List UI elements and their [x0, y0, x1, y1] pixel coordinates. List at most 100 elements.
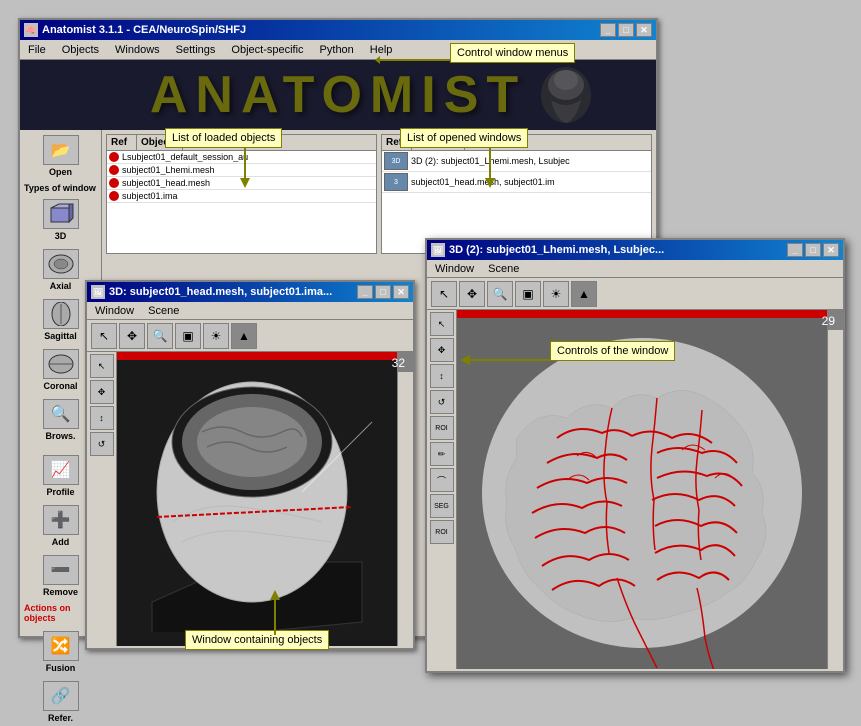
window-3d-large: 🖼 3D (2): subject01_Lhemi.mesh, Lsubjec.… [425, 238, 845, 673]
3d-large-titlebar: 🖼 3D (2): subject01_Lhemi.mesh, Lsubjec.… [427, 240, 843, 260]
3d-large-min[interactable]: _ [787, 243, 803, 257]
win-icon-2: 3 [384, 173, 408, 191]
table-row[interactable]: subject01.ima [107, 190, 376, 203]
ctrl-rotate[interactable]: ↺ [90, 432, 114, 456]
3d-small-min[interactable]: _ [357, 285, 373, 299]
arrow-list-windows [480, 148, 500, 188]
arrow-window-containing [265, 590, 285, 635]
lg-ctrl-draw[interactable]: ✏ [430, 442, 454, 466]
close-btn[interactable]: ✕ [636, 23, 652, 37]
menu-settings[interactable]: Settings [172, 42, 220, 58]
btn-refer[interactable]: 🔗 Refer. [22, 678, 99, 726]
lg-tb-camera-btn[interactable]: ▲ [571, 281, 597, 307]
refer-icon: 🔗 [43, 681, 79, 711]
main-titlebar: 🧠 Anatomist 3.1.1 - CEA/NeuroSpin/SHFJ _… [20, 20, 656, 40]
3d-small-max[interactable]: □ [375, 285, 391, 299]
3d-small-close[interactable]: ✕ [393, 285, 409, 299]
3d-large-left-controls: ↖ ✥ ↕ ↺ ROI ✏ ⌒ SEG ROI [427, 310, 457, 669]
arrow-controls-window [460, 350, 555, 370]
tb-cursor-btn[interactable]: ↖ [91, 323, 117, 349]
annotation-list-objects: List of loaded objects [165, 128, 282, 148]
menu-windows[interactable]: Windows [111, 42, 164, 58]
lg-tb-cursor-btn[interactable]: ↖ [431, 281, 457, 307]
window-controls: _ □ ✕ [600, 23, 652, 37]
3d-large-controls: _ □ ✕ [787, 243, 839, 257]
3d-large-menubar: Window Scene [427, 260, 843, 278]
3d-large-menu-scene[interactable]: Scene [484, 261, 523, 277]
lg-ctrl-seg[interactable]: SEG [430, 494, 454, 518]
main-title: Anatomist 3.1.1 - CEA/NeuroSpin/SHFJ [42, 24, 246, 36]
3d-large-close[interactable]: ✕ [823, 243, 839, 257]
lg-ctrl-roi[interactable]: ROI [430, 416, 454, 440]
3d-small-titlebar: 🖼 3D: subject01_head.mesh, subject01.ima… [87, 282, 413, 302]
3d-small-menubar: Window Scene [87, 302, 413, 320]
ctrl-cursor[interactable]: ↖ [90, 354, 114, 378]
sagittal-icon [43, 299, 79, 329]
profile-label: Profile [46, 487, 74, 497]
menu-objects[interactable]: Objects [58, 42, 103, 58]
3d-label: 3D [55, 231, 67, 241]
profile-icon: 📈 [43, 455, 79, 485]
lg-ctrl-rotate[interactable]: ↺ [430, 390, 454, 414]
lg-tb-brightness-btn[interactable]: ☀ [543, 281, 569, 307]
lg-tb-zoom-btn[interactable]: 🔍 [487, 281, 513, 307]
top-red-bar [117, 352, 397, 360]
ctrl-move[interactable]: ✥ [90, 380, 114, 404]
3d-large-max[interactable]: □ [805, 243, 821, 257]
minimize-btn[interactable]: _ [600, 23, 616, 37]
brain-render-large [457, 318, 827, 669]
axial-label: Axial [50, 281, 72, 291]
menu-python[interactable]: Python [316, 42, 358, 58]
3d-small-toolbar: ↖ ✥ 🔍 ▣ ☀ ▲ [87, 320, 413, 352]
tb-move-btn[interactable]: ✥ [119, 323, 145, 349]
sagittal-label: Sagittal [44, 331, 77, 341]
3d-large-toolbar: ↖ ✥ 🔍 ▣ ☀ ▲ [427, 278, 843, 310]
lg-ctrl-lasso[interactable]: ⌒ [430, 468, 454, 492]
lg-ctrl-cursor[interactable]: ↖ [430, 312, 454, 336]
remove-icon: ➖ [43, 555, 79, 585]
menu-file[interactable]: File [24, 42, 50, 58]
remove-label: Remove [43, 587, 78, 597]
3d-large-menu-window[interactable]: Window [431, 261, 478, 277]
3d-small-menu-window[interactable]: Window [91, 303, 138, 319]
tb-zoom-btn[interactable]: 🔍 [147, 323, 173, 349]
btn-3d[interactable]: 3D [22, 196, 99, 244]
3d-large-scrollbar[interactable] [827, 310, 843, 669]
lg-ctrl-zoom[interactable]: ↕ [430, 364, 454, 388]
fusion-label: Fusion [46, 663, 76, 673]
table-row[interactable]: 3 subject01_head.mesh, subject01.im [382, 172, 651, 193]
ctrl-zoom[interactable]: ↕ [90, 406, 114, 430]
tb-camera-btn[interactable]: ▲ [231, 323, 257, 349]
arrow-control-menus [375, 48, 455, 73]
3d-icon [43, 199, 79, 229]
browse-label: Brows. [45, 431, 75, 441]
logo-brain-icon [536, 65, 596, 125]
open-btn[interactable]: 📂 Open [22, 132, 99, 180]
lg-ctrl-move[interactable]: ✥ [430, 338, 454, 362]
obj-name-4: subject01.ima [122, 191, 178, 201]
add-label: Add [52, 537, 70, 547]
tb-slice-btn[interactable]: ▣ [175, 323, 201, 349]
menu-object-specific[interactable]: Object-specific [227, 42, 307, 58]
lg-ctrl-roi2[interactable]: ROI [430, 520, 454, 544]
obj-name-2: subject01_Lhemi.mesh [122, 165, 215, 175]
lg-tb-move-btn[interactable]: ✥ [459, 281, 485, 307]
3d-small-icon: 🖼 [91, 285, 105, 299]
annotation-control-window-menus: Control window menus [450, 43, 575, 63]
3d-small-menu-scene[interactable]: Scene [144, 303, 183, 319]
maximize-btn[interactable]: □ [618, 23, 634, 37]
win-icon-1: 3D [384, 152, 408, 170]
lg-tb-slice-btn[interactable]: ▣ [515, 281, 541, 307]
window-3d-small: 🖼 3D: subject01_head.mesh, subject01.ima… [85, 280, 415, 650]
refer-label: Refer. [48, 713, 73, 723]
3d-large-icon: 🖼 [431, 243, 445, 257]
3d-small-scrollbar[interactable] [397, 352, 413, 646]
logo-area: ANATOMIST [20, 60, 656, 130]
coronal-label: Coronal [43, 381, 77, 391]
obj-color-3 [109, 178, 119, 188]
tb-brightness-btn[interactable]: ☀ [203, 323, 229, 349]
obj-color-1 [109, 152, 119, 162]
obj-name-3: subject01_head.mesh [122, 178, 210, 188]
annotation-window-containing: Window containing objects [185, 630, 329, 650]
table-row[interactable]: 3D 3D (2): subject01_Lhemi.mesh, Lsubjec [382, 151, 651, 172]
